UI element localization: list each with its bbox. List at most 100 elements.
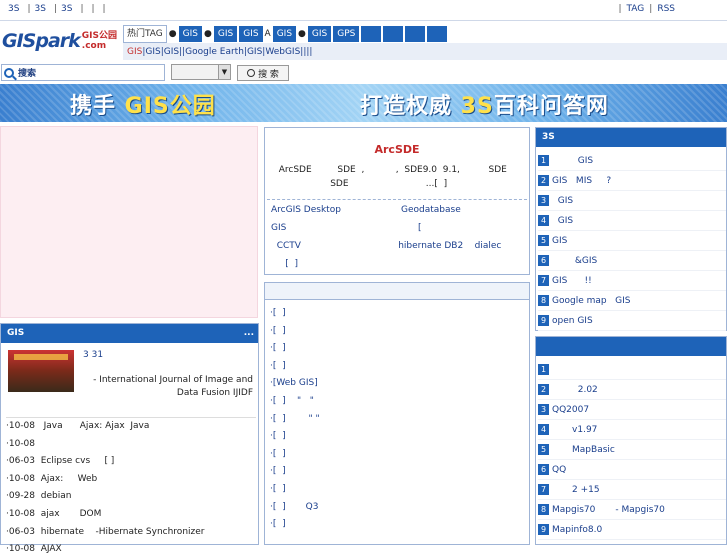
ranked-item[interactable]: 2 2.02 — [538, 380, 726, 400]
list-item[interactable]: ·10-08 Ajax: Web — [6, 471, 256, 489]
related-links[interactable]: ArcGIS Desktop Geodatabase GIS [ CCTV hi… — [271, 201, 501, 273]
nav-item[interactable] — [383, 26, 404, 42]
rank-number: 2 — [538, 175, 549, 186]
list-item[interactable]: ·[ ] — [270, 305, 525, 323]
search-input[interactable]: 搜索 — [1, 64, 165, 81]
nav-item[interactable]: GPS — [333, 26, 360, 42]
logo-sub: GIS公园 .com — [82, 31, 117, 51]
ranked-item[interactable]: 1 GIS — [538, 151, 726, 171]
nav-dot: ● — [298, 29, 306, 39]
rank-title[interactable]: GIS MIS ? — [552, 171, 611, 191]
rank-title[interactable]: 2.02 — [552, 380, 598, 400]
subnav-item[interactable]: WebGIS| — [265, 47, 303, 57]
rank-title[interactable]: GIS !! — [552, 271, 592, 291]
sub-nav: GIS | GIS| GIS| |Google Earth| GIS| WebG… — [123, 43, 727, 60]
list-item[interactable]: ·[ ] — [270, 340, 525, 358]
article-title[interactable]: ArcSDE — [265, 143, 529, 156]
list-item[interactable]: ·[ ] Q3 — [270, 499, 525, 517]
nav-item[interactable]: GIS — [239, 26, 263, 42]
subnav-item[interactable]: GIS — [127, 47, 142, 57]
ranked-item[interactable]: 6 &GIS — [538, 251, 726, 271]
logo-sub-cn: GIS公园 — [81, 31, 117, 41]
search-button[interactable]: 搜 索 — [237, 65, 289, 81]
banner-text: 携手 — [70, 94, 125, 119]
rank-title[interactable]: open GIS — [552, 311, 593, 331]
list-item[interactable]: ·[ ] — [270, 446, 525, 464]
rank-title[interactable]: Google map GIS — [552, 291, 631, 311]
panel-header: 3S — [536, 128, 726, 147]
rank-title[interactable]: v1.97 — [552, 420, 597, 440]
ranked-item[interactable]: 5 MapBasic — [538, 440, 726, 460]
ranked-item[interactable]: 7 GIS !! — [538, 271, 726, 291]
subnav-item[interactable]: GIS| — [145, 47, 163, 57]
rank-title[interactable]: GIS — [552, 191, 573, 211]
ranked-item[interactable]: 7 2 +15 — [538, 480, 726, 500]
ranked-item[interactable]: 8 Mapgis70 - Mapgis70 — [538, 500, 726, 520]
ranked-item[interactable]: 9 Mapinfo8.0 — [538, 520, 726, 540]
list-item[interactable]: ·10-08 AJAX — [6, 541, 256, 559]
ranked-item[interactable]: 3 GIS — [538, 191, 726, 211]
nav-item[interactable]: GIS — [272, 26, 297, 42]
subnav-item[interactable]: GIS| — [247, 47, 265, 57]
subnav-item[interactable]: GIS| — [164, 47, 182, 57]
rank-title[interactable]: GIS — [552, 151, 593, 171]
rank-title[interactable]: QQ — [552, 460, 566, 480]
list-item[interactable]: ·[ ] — [270, 428, 525, 446]
list-item[interactable]: ·[ ] " " — [270, 411, 525, 429]
nav-dot: A — [264, 29, 271, 39]
list-item[interactable]: ·10-08 ajax DOM — [6, 506, 256, 524]
site-logo[interactable]: GISpark GIS公园 .com — [2, 27, 120, 55]
more-link[interactable]: ... — [244, 324, 254, 343]
ranked-item[interactable]: 4 v1.97 — [538, 420, 726, 440]
panel-title: 3S — [542, 132, 555, 142]
ranked-item[interactable]: 8 Google map GIS — [538, 291, 726, 311]
promo-banner[interactable]: 携手 GIS公园 打造权威 3S百科问答网 — [0, 84, 727, 122]
list-item[interactable]: ·09-28 debian — [6, 488, 256, 506]
hot-tag-label[interactable]: 热门TAG — [123, 25, 167, 43]
ranked-item[interactable]: 5 GIS — [538, 231, 726, 251]
rank-title[interactable]: GIS — [552, 231, 567, 251]
featured-image[interactable] — [8, 350, 74, 392]
rank-number: 9 — [538, 315, 549, 326]
ranked-item[interactable]: 1 — [538, 360, 726, 380]
list-item[interactable]: ·[ ] — [270, 463, 525, 481]
ranked-item[interactable]: 6 QQ — [538, 460, 726, 480]
search-category-select[interactable]: ▼ — [171, 64, 231, 80]
list-item[interactable]: ·06-03 hibernate -Hibernate Synchronizer — [6, 524, 256, 542]
ranked-item[interactable]: 3 QQ2007 — [538, 400, 726, 420]
rank-title[interactable]: GIS — [552, 211, 573, 231]
top-link[interactable]: 3S — [35, 4, 46, 14]
list-item[interactable]: ·[Web GIS] — [270, 375, 525, 393]
ranked-item[interactable]: 9 open GIS — [538, 311, 726, 331]
list-item[interactable]: ·10-08 — [6, 436, 256, 454]
list-item[interactable]: ·[ ] — [270, 481, 525, 499]
nav-item[interactable]: GIS — [307, 26, 332, 42]
top-link[interactable]: 3S — [61, 4, 72, 14]
nav-item[interactable] — [405, 26, 426, 42]
chevron-down-icon[interactable]: ▼ — [218, 65, 230, 79]
ranked-item[interactable]: 4 GIS — [538, 211, 726, 231]
ranked-item[interactable]: 2 GIS MIS ? — [538, 171, 726, 191]
list-item[interactable]: ·10-08 Java Ajax: Ajax Java — [6, 418, 256, 436]
rank-title[interactable]: QQ2007 — [552, 400, 589, 420]
rank-title[interactable]: 2 +15 — [552, 480, 600, 500]
list-item[interactable]: ·[ ] — [270, 516, 525, 534]
nav-item[interactable]: GIS — [213, 26, 238, 42]
rank-title[interactable]: Mapinfo8.0 — [552, 520, 602, 540]
subnav-item[interactable]: |Google Earth| — [182, 47, 247, 57]
magnifier-icon — [247, 69, 256, 77]
rss-link[interactable]: RSS — [657, 4, 675, 14]
tag-link[interactable]: TAG — [626, 4, 644, 14]
nav-item[interactable] — [427, 26, 448, 42]
rank-title[interactable]: &GIS — [552, 251, 597, 271]
nav-item[interactable]: GIS — [178, 26, 202, 42]
list-item[interactable]: ·06-03 Eclipse cvs [ ] — [6, 453, 256, 471]
rank-title[interactable]: Mapgis70 - Mapgis70 — [552, 500, 665, 520]
rank-title[interactable]: MapBasic — [552, 440, 615, 460]
featured-title[interactable]: 3 31 — [83, 350, 103, 360]
top-link[interactable]: 3S — [8, 4, 19, 14]
list-item[interactable]: ·[ ] — [270, 358, 525, 376]
list-item[interactable]: ·[ ] — [270, 323, 525, 341]
list-item[interactable]: ·[ ] " " — [270, 393, 525, 411]
nav-item[interactable] — [361, 26, 382, 42]
